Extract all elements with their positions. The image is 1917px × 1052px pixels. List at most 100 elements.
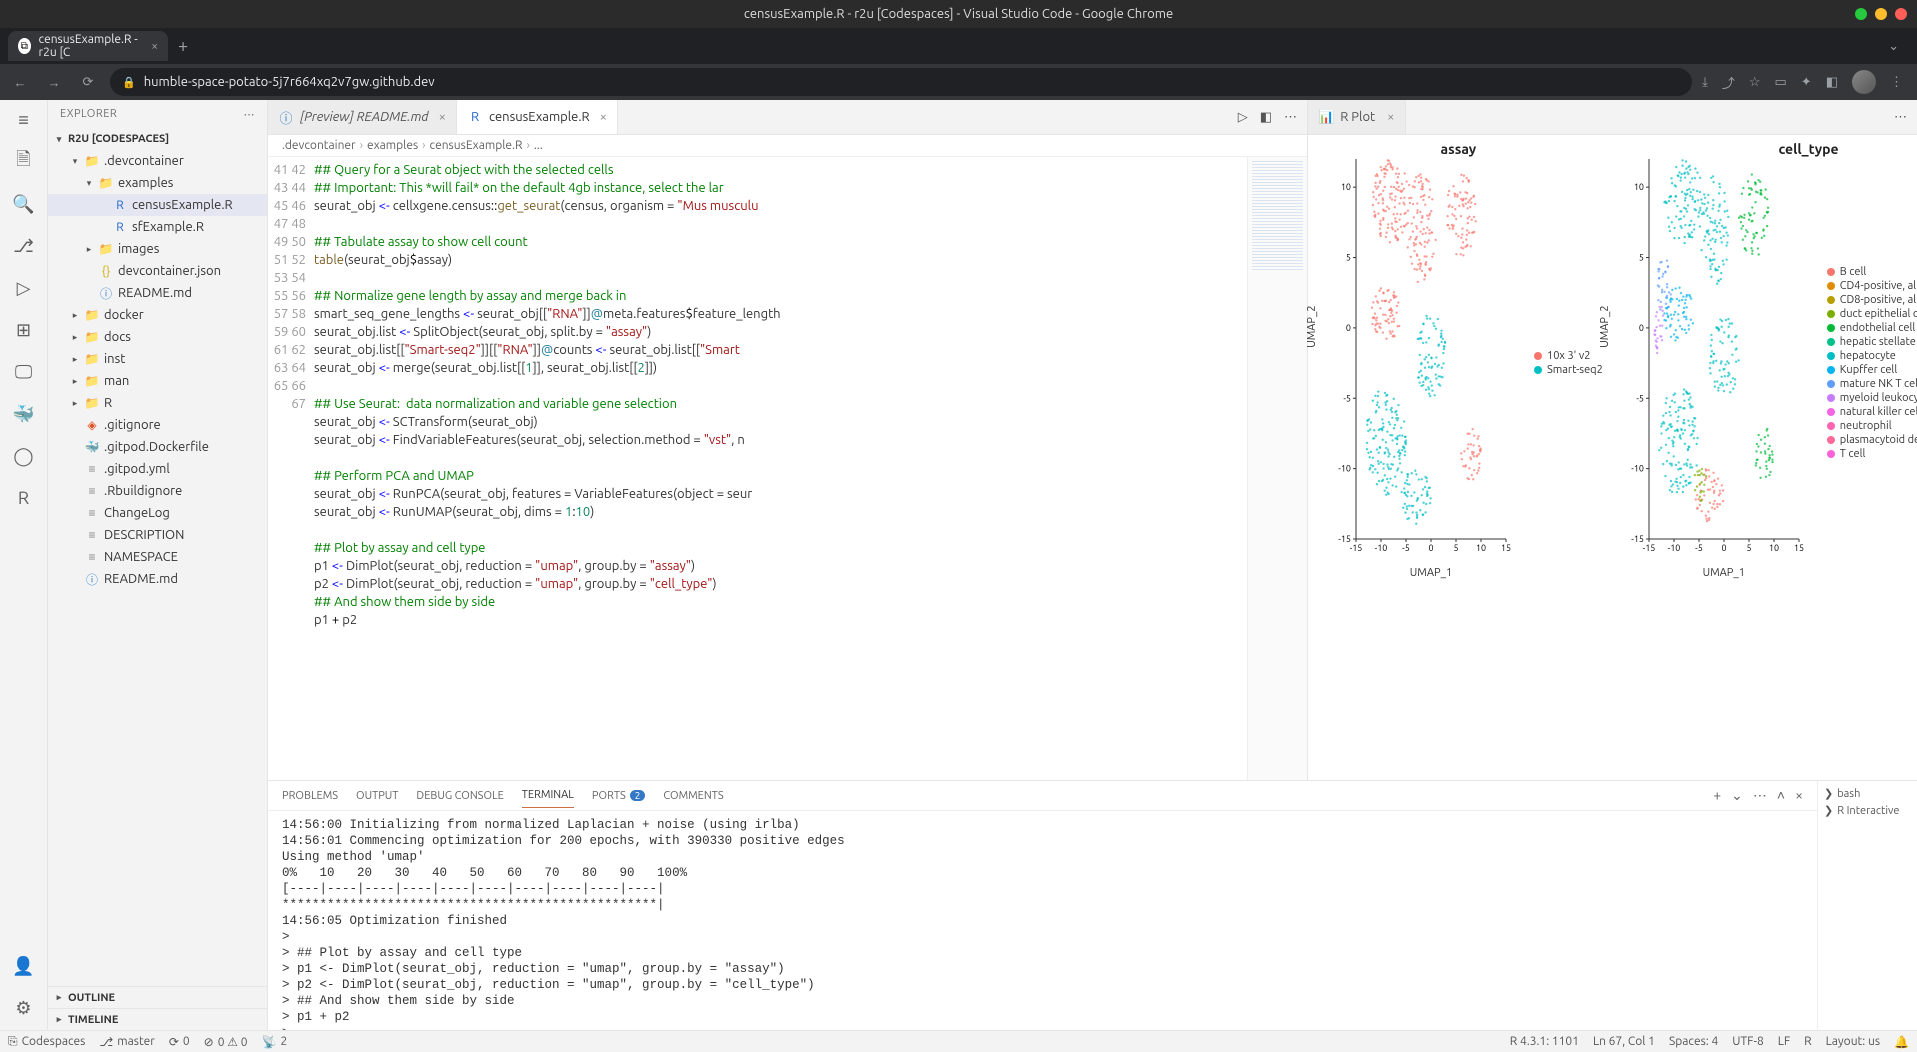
- new-terminal-icon[interactable]: +: [1713, 787, 1721, 804]
- editor-more-icon[interactable]: ⋯: [1284, 110, 1297, 125]
- tree-item[interactable]: ▸📁inst: [48, 348, 267, 370]
- share-icon[interactable]: ⤴: [1722, 73, 1735, 92]
- panel-more-icon[interactable]: ⋯: [1753, 787, 1767, 804]
- status-cursor[interactable]: Ln 67, Col 1: [1593, 1035, 1655, 1049]
- status-bell-icon[interactable]: 🔔: [1894, 1035, 1909, 1049]
- close-panel-icon[interactable]: ×: [1795, 787, 1803, 804]
- plot-tab-close-icon[interactable]: ×: [1387, 110, 1394, 124]
- docker-icon[interactable]: 🐳: [12, 402, 36, 426]
- tab-close-icon[interactable]: ×: [600, 110, 607, 124]
- os-titlebar: censusExample.R - r2u [Codespaces] - Vis…: [0, 0, 1917, 28]
- maximize-panel-icon[interactable]: ˄: [1777, 787, 1785, 804]
- tree-item[interactable]: ≡ChangeLog: [48, 502, 267, 524]
- panel-tab-ports[interactable]: PORTS2: [592, 784, 646, 808]
- accounts-icon[interactable]: 👤: [12, 954, 36, 978]
- svg-text:5: 5: [1453, 543, 1458, 553]
- svg-text:15: 15: [1501, 543, 1511, 553]
- tree-item[interactable]: ⓘREADME.md: [48, 282, 267, 304]
- breadcrumbs[interactable]: .devcontainer › examples › censusExample…: [268, 135, 1307, 157]
- new-tab-button[interactable]: +: [168, 36, 198, 56]
- status-problems[interactable]: ⊘ 0 ⚠ 0: [204, 1035, 248, 1049]
- workspace-section[interactable]: ▾ R2U [CODESPACES]: [48, 128, 267, 150]
- tree-item[interactable]: ▸📁man: [48, 370, 267, 392]
- panel-tab-output[interactable]: OUTPUT: [356, 784, 398, 808]
- status-indent[interactable]: Spaces: 4: [1669, 1035, 1718, 1049]
- r-icon[interactable]: R: [12, 486, 36, 510]
- minimize-icon[interactable]: [1855, 8, 1867, 20]
- split-editor-icon[interactable]: ◧: [1260, 110, 1272, 125]
- close-icon[interactable]: [1895, 8, 1907, 20]
- line-gutter: 41 42 43 44 45 46 47 48 49 50 51 52 53 5…: [268, 157, 314, 780]
- extensions-icon[interactable]: ✦: [1801, 75, 1812, 90]
- plot-tab[interactable]: 📊 R Plot ×: [1308, 100, 1406, 134]
- status-r-version[interactable]: R 4.3.1: 1101: [1510, 1035, 1579, 1049]
- source-control-icon[interactable]: ⎇: [12, 234, 36, 258]
- tree-item[interactable]: ▾📁examples: [48, 172, 267, 194]
- tree-item[interactable]: ▸📁docker: [48, 304, 267, 326]
- tree-item[interactable]: ◈.gitignore: [48, 414, 267, 436]
- tree-item[interactable]: 🐳.gitpod.Dockerfile: [48, 436, 267, 458]
- run-debug-icon[interactable]: ▷: [12, 276, 36, 300]
- sidepanel-icon[interactable]: ◧: [1826, 75, 1838, 90]
- terminal-dropdown-icon[interactable]: ⌄: [1731, 787, 1743, 804]
- remote-icon[interactable]: 🖵: [12, 360, 36, 384]
- status-ports[interactable]: 📡 2: [262, 1035, 288, 1049]
- plot-more-icon[interactable]: ⋯: [1884, 110, 1917, 125]
- settings-gear-icon[interactable]: ⚙: [12, 996, 36, 1020]
- status-codespaces[interactable]: ⎘ Codespaces: [8, 1035, 85, 1049]
- tree-item[interactable]: ≡.Rbuildignore: [48, 480, 267, 502]
- run-icon[interactable]: ▷: [1238, 110, 1248, 125]
- editor-tab[interactable]: ⓘ[Preview] README.md×: [268, 100, 457, 134]
- panel-tab-terminal[interactable]: TERMINAL: [522, 783, 574, 808]
- tree-item[interactable]: ▸📁docs: [48, 326, 267, 348]
- tree-item[interactable]: ▾📁.devcontainer: [48, 150, 267, 172]
- explorer-icon[interactable]: 🗎: [12, 150, 36, 174]
- browser-tab[interactable]: ⧉ censusExample.R - r2u [C ×: [8, 31, 168, 61]
- code-editor[interactable]: 41 42 43 44 45 46 47 48 49 50 51 52 53 5…: [268, 157, 1307, 780]
- status-branch[interactable]: ⎇ master: [99, 1035, 154, 1049]
- back-button[interactable]: ←: [8, 75, 32, 90]
- search-icon[interactable]: 🔍: [12, 192, 36, 216]
- status-encoding[interactable]: UTF-8: [1732, 1035, 1763, 1049]
- timeline-section[interactable]: ▸TIMELINE: [48, 1008, 267, 1030]
- panel-tab-comments[interactable]: COMMENTS: [663, 784, 723, 808]
- outline-section[interactable]: ▸OUTLINE: [48, 986, 267, 1008]
- tree-item[interactable]: RcensusExample.R: [48, 194, 267, 216]
- forward-button[interactable]: →: [42, 75, 66, 90]
- status-sync[interactable]: ⟳ 0: [169, 1035, 190, 1049]
- status-language[interactable]: R: [1804, 1035, 1812, 1049]
- tree-item[interactable]: ≡NAMESPACE: [48, 546, 267, 568]
- reload-button[interactable]: ⟳: [76, 75, 100, 90]
- terminal-output[interactable]: 14:56:00 Initializing from normalized La…: [268, 811, 1817, 1030]
- status-eol[interactable]: LF: [1778, 1035, 1790, 1049]
- panel-tab-problems[interactable]: PROBLEMS: [282, 784, 338, 808]
- code-content[interactable]: ## Query for a Seurat object with the se…: [314, 157, 1247, 780]
- tree-item[interactable]: ≡.gitpod.yml: [48, 458, 267, 480]
- minimap[interactable]: [1247, 157, 1307, 780]
- tree-item[interactable]: RsfExample.R: [48, 216, 267, 238]
- maximize-icon[interactable]: [1875, 8, 1887, 20]
- sidebar-more-icon[interactable]: ⋯: [244, 108, 256, 121]
- bookmark-icon[interactable]: ☆: [1749, 75, 1761, 90]
- tab-close-icon[interactable]: ×: [439, 110, 446, 124]
- tree-item[interactable]: ≡DESCRIPTION: [48, 524, 267, 546]
- terminal-session-r[interactable]: ❯R Interactive: [1824, 804, 1911, 817]
- editor-tab[interactable]: RcensusExample.R×: [457, 100, 618, 134]
- menu-icon[interactable]: ≡: [12, 108, 36, 132]
- tree-item[interactable]: {}devcontainer.json: [48, 260, 267, 282]
- chrome-menu-icon[interactable]: ⋮: [1890, 75, 1903, 90]
- profile-avatar[interactable]: [1852, 70, 1876, 94]
- panel-tab-debug-console[interactable]: DEBUG CONSOLE: [416, 784, 503, 808]
- install-icon[interactable]: ⤓: [1702, 75, 1708, 90]
- tabs-dropdown-icon[interactable]: ⌄: [1878, 39, 1909, 54]
- tree-item[interactable]: ▸📁R: [48, 392, 267, 414]
- downloads-icon[interactable]: ▭: [1775, 75, 1787, 90]
- github-icon[interactable]: ◯: [12, 444, 36, 468]
- url-bar[interactable]: 🔒 humble-space-potato-5j7r664xq2v7gw.git…: [110, 68, 1692, 96]
- tree-item[interactable]: ⓘREADME.md: [48, 568, 267, 590]
- tree-item[interactable]: ▸📁images: [48, 238, 267, 260]
- status-layout[interactable]: Layout: us: [1826, 1035, 1880, 1049]
- extensions-view-icon[interactable]: ⊞: [12, 318, 36, 342]
- tab-close-icon[interactable]: ×: [151, 40, 158, 53]
- terminal-session-bash[interactable]: ❯bash: [1824, 787, 1911, 800]
